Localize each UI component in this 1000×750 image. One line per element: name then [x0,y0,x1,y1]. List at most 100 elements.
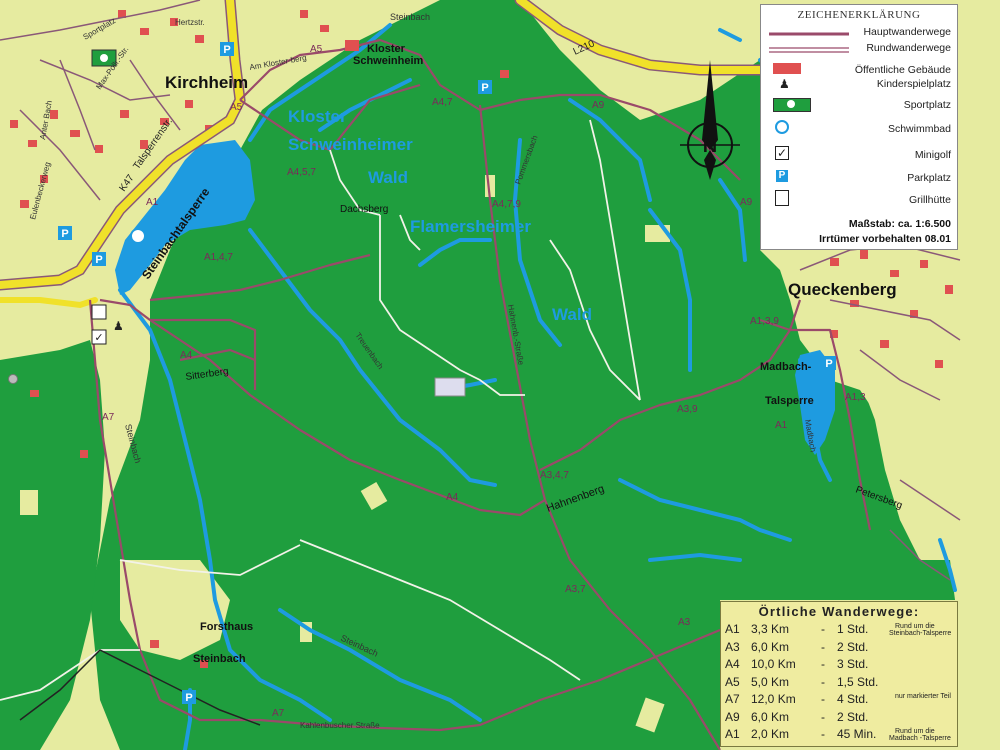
trail-dash: - [821,622,825,636]
trail-row: A7 12,0 Km -4 Std. nur markierter Teil [725,692,955,708]
trail-duration: 2 Std. [837,639,869,654]
trail-note: Steinbach-Talsperre [889,630,952,637]
forest-name-kloster-3: Wald [368,168,408,187]
playground-icon: ♟ [113,319,124,333]
trail-distance: 6,0 Km [751,709,790,724]
forest-name-kloster-1: Kloster [288,107,347,126]
trail-dash: - [821,692,825,706]
trail-duration: 2 Std. [837,709,869,724]
place-kloster: Kloster [367,43,406,55]
trail-dash: - [821,639,825,654]
trail-duration: 3 Std. [837,657,869,671]
legend-item-round-trail: Rundwanderwege [769,41,951,57]
legend-title: ZEICHENERKLÄRUNG [797,9,921,21]
stream-steinbach-top: Steinbach [390,12,430,22]
place-kloster-2: Schweinheim [353,55,424,67]
local-hiking-trails-table: Örtliche Wanderwege: A1 3,3 Km -1 Std. Rund… [720,601,958,747]
clearing [20,490,38,515]
trail-label: A4,7,9 [492,199,521,210]
trail-duration: 1,5 Std. [837,674,879,689]
trail-distance: 10,0 Km [751,657,796,671]
parking-icon: P [776,170,788,182]
trail-label: A9 [740,197,753,208]
trail-label: A7 [272,708,285,719]
trail-id: A1 [725,727,740,741]
trail-id: A1 [725,622,740,636]
place-steinbach: Steinbach [193,653,246,665]
place-queckenberg: Queckenberg [788,280,897,299]
hill-dachsberg: Dachsberg [340,204,388,215]
trail-label: A7 [102,412,115,423]
minigolf-check-icon: ✓ [94,332,103,344]
trail-note: nur markierter Teil [895,693,951,700]
place-madbach: Madbach- [760,361,812,373]
trail-row: A5 5,0 Km -1,5 Std. [725,675,955,691]
legend-item-minigolf: ✓ Minigolf [775,146,951,161]
svg-text:N: N [703,135,717,157]
minigolf-icon: ✓ [775,146,789,160]
svg-text:P: P [95,254,102,266]
trail-label: A9 [592,100,605,111]
trail-label: A1 [146,197,159,208]
trail-row: A9 6,0 Km -2 Std. [725,710,955,726]
trail-distance: 2,0 Km [751,727,790,741]
shelter [434,377,466,397]
trail-dash: - [821,657,825,671]
trail-dash: - [821,727,825,741]
svg-text:P: P [185,692,192,704]
red-building-icon [773,63,801,74]
trail-note: Rund um die [895,623,935,630]
trail-duration: 1 Std. [837,622,869,636]
main-trail-line-icon [769,32,849,36]
legend-item-playground: ♟ Kinderspielplatz [779,77,951,91]
trail-note: Rund um die [895,728,935,735]
trail-label: A4 [446,492,459,503]
trail-label: A4 [180,350,193,361]
barbecue-hut-icon [775,190,789,206]
street-kahlenbusch: Kahlenbuscher Straße [300,721,380,730]
svg-text:P: P [825,358,832,370]
legend-item-parking: P Parkplatz [769,170,951,187]
trail-label: A4,7 [432,97,453,108]
trail-id: A4 [725,657,740,671]
trail-id: A5 [725,674,740,689]
trail-row: A1 3,3 Km -1 Std. Rund um die Steinbach-Tals… [725,622,955,638]
trail-distance: 12,0 Km [751,692,796,706]
place-forsthaus: Forsthaus [200,621,253,633]
trail-distance: 3,3 Km [751,622,790,636]
trail-label: A5 [230,102,243,113]
kloster-building [345,40,359,51]
legend-item-main-trail: Hauptwanderwege [769,25,951,41]
trail-id: A3 [725,639,740,654]
trail-distance: 5,0 Km [751,674,790,689]
svg-text:P: P [61,228,68,240]
trail-label: A1,4,7 [204,252,233,263]
place-madbach-2: Talsperre [765,395,814,407]
legend-item-barbecue: Grillhütte [769,190,951,209]
trail-label: A3,7 [565,584,586,595]
trail-label: A3 [678,617,691,628]
trail-note: Madbach -Talsperre [889,735,951,742]
sports-field-icon [100,54,108,62]
map-legend: ZEICHENERKLÄRUNG Hauptwanderwege Rundwan… [760,4,958,250]
trail-dash: - [821,674,825,689]
trail-label: A1 [775,420,788,431]
trail-row: A3 6,0 Km -2 Std. [725,640,955,656]
trail-label: A1,3,9 [750,316,779,327]
trail-label: A1,3 [845,392,866,403]
forest-name-flamers-1: Flamersheimer [410,217,531,236]
trail-label: A3,4,7 [540,470,569,481]
svg-text:P: P [223,44,230,56]
legend-scale: Maßstab: ca. 1:6.500 [848,218,951,230]
barbecue-hut-icon [91,304,107,320]
mounting-screw [8,374,18,384]
legend-item-swimming-pool: Schwimmbad [769,120,951,138]
trail-label: A3,9 [677,404,698,415]
trail-row: A4 10,0 Km -3 Std. [725,657,955,673]
place-kirchheim: Kirchheim [165,73,248,92]
legend-disclaimer: Irrtümer vorbehalten 08.01 [819,233,951,245]
trail-duration: 4 Std. [837,692,869,706]
sports-field-icon [787,100,795,108]
trails-table-title: Örtliche Wanderwege: [758,604,920,619]
forest-name-kloster-2: Schweinheimer [288,135,413,154]
